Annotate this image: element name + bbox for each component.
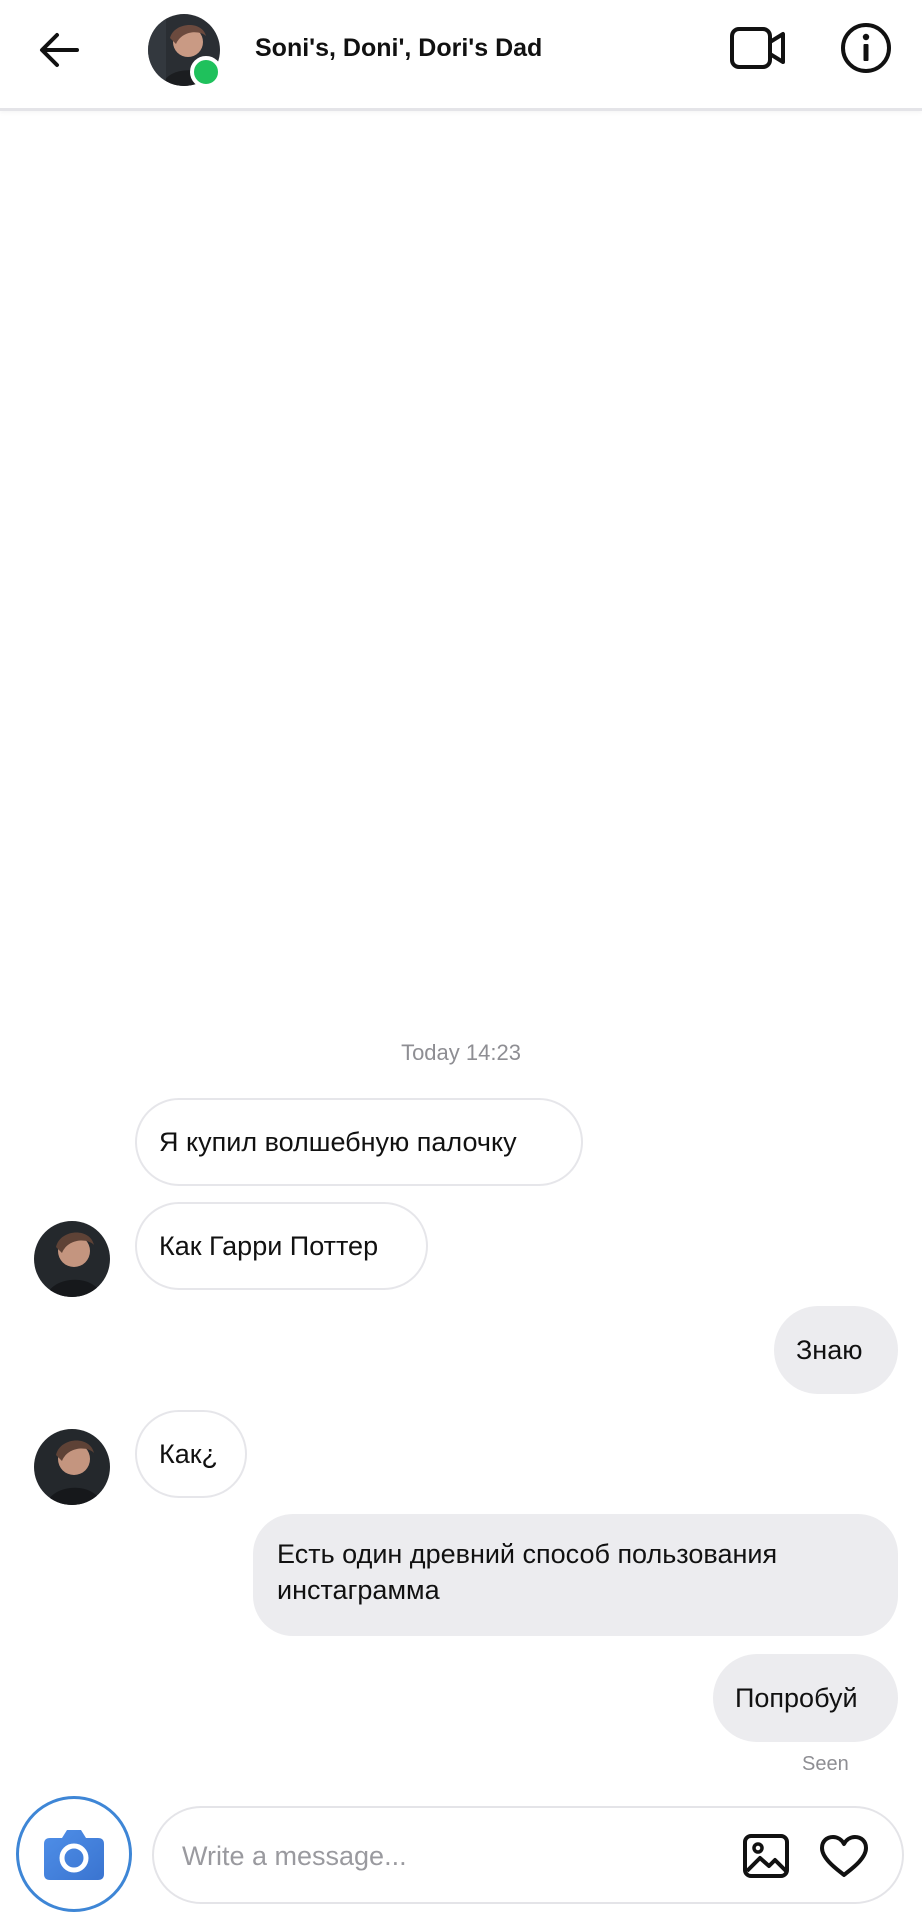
message-input[interactable]	[180, 1830, 704, 1882]
info-icon	[841, 23, 891, 73]
message-incoming[interactable]: Как¿	[135, 1410, 247, 1498]
avatar-image	[34, 1429, 110, 1505]
arrow-left-icon	[40, 33, 79, 67]
gallery-button[interactable]	[738, 1828, 794, 1884]
message-text: Как¿	[159, 1439, 219, 1469]
sender-avatar[interactable]	[34, 1429, 110, 1505]
message-text: Знаю	[796, 1335, 863, 1365]
message-text: Попробуй	[735, 1683, 858, 1713]
message-text-line: Есть один древний способ пользования	[277, 1539, 778, 1569]
online-status-dot	[190, 56, 222, 88]
message-incoming[interactable]: Как Гарри Поттер	[135, 1202, 428, 1290]
heart-icon	[820, 1835, 868, 1877]
message-outgoing[interactable]: Есть один древний способ пользования инс…	[253, 1514, 898, 1636]
sender-avatar[interactable]	[34, 1221, 110, 1297]
message-text-line: инстаграмма	[277, 1575, 440, 1605]
chat-screen: Soni's, Doni', Dori's Dad Today 14:23 Я …	[0, 0, 922, 1920]
contact-name[interactable]: Soni's, Doni', Dori's Dad	[255, 34, 542, 63]
info-button[interactable]	[838, 20, 894, 76]
chat-header: Soni's, Doni', Dori's Dad	[0, 0, 922, 111]
like-button[interactable]	[816, 1828, 872, 1884]
image-icon	[743, 1834, 789, 1878]
camera-button[interactable]	[16, 1796, 132, 1912]
video-call-button[interactable]	[728, 22, 788, 74]
message-text: Как Гарри Поттер	[159, 1231, 379, 1261]
avatar-image	[34, 1221, 110, 1297]
camera-icon	[44, 1830, 104, 1880]
thread-timestamp: Today 14:23	[401, 1040, 521, 1065]
video-camera-icon	[730, 27, 785, 69]
seen-indicator: Seen	[802, 1753, 849, 1775]
message-text: Я купил волшебную палочку	[159, 1127, 517, 1157]
back-button[interactable]	[30, 24, 88, 76]
message-outgoing[interactable]: Знаю	[774, 1306, 898, 1394]
message-incoming[interactable]: Я купил волшебную палочку	[135, 1098, 583, 1186]
message-outgoing[interactable]: Попробуй	[713, 1654, 898, 1742]
message-composer	[152, 1806, 904, 1904]
contact-avatar[interactable]	[148, 14, 222, 88]
